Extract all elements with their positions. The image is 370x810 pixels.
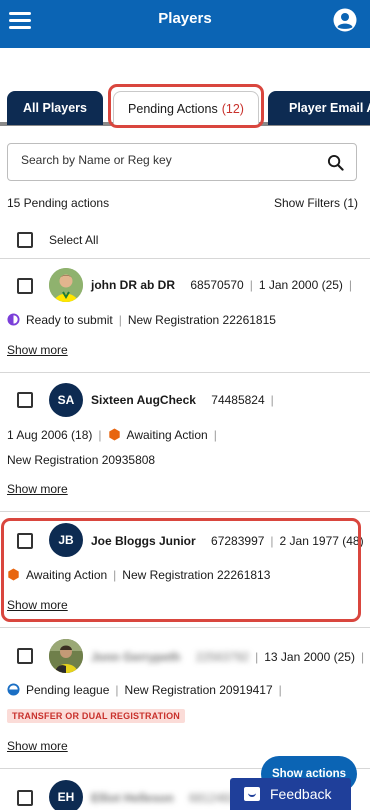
separator: | [270,393,274,407]
transfer-tag: TRANSFER OR DUAL REGISTRATION [7,709,185,723]
separator: | [213,428,217,442]
show-more-link[interactable]: Show more [7,482,68,496]
divider [0,627,370,628]
player-name[interactable]: Sixteen AugCheck [91,393,196,407]
separator: | [360,650,365,664]
select-all-label: Select All [49,233,99,247]
avatar: SA [49,383,83,417]
separator [181,278,184,292]
tab-player-email-address[interactable]: Player Email Add [268,91,370,125]
results-summary: 15 Pending actions Show Filters (1) [7,196,358,210]
show-more-link[interactable]: Show more [7,343,68,357]
awaiting-status-icon [108,428,120,441]
separator: | [255,650,259,664]
show-filters-link[interactable]: Show Filters (1) [274,196,358,210]
row-checkbox[interactable] [17,648,33,664]
divider [0,372,370,373]
feedback-icon [244,787,260,801]
reg-key: 74485824 [211,393,265,407]
row-checkbox[interactable] [17,392,33,408]
player-name[interactable]: john DR ab DR [91,278,175,292]
player-info-line: Sixteen AugCheck 74485824 | [91,393,280,407]
separator: | [278,683,282,697]
separator: | [118,313,122,327]
tab-label: All Players [23,101,87,115]
player-info-line: john DR ab DR 68570570 | 1 Jan 2000 (25) | [91,278,358,292]
card-highlight-outline [1,518,361,622]
feedback-label: Feedback [270,786,332,802]
status-text: Awaiting Action [126,428,208,442]
page-title: Players [158,10,212,27]
separator [180,791,183,805]
feedback-button[interactable]: Feedback [230,778,351,810]
avatar: EH [49,780,83,810]
account-icon[interactable] [333,8,357,32]
date-of-birth: 1 Jan 2000 (25) [258,278,343,292]
separator: | [249,278,253,292]
ready-status-icon [7,313,20,326]
status-text: Pending league [26,683,110,697]
player-info-line: Jonn Gerrypeth 22563792 | 13 Jan 2000 (25)… [91,650,370,664]
player-info-line: Elliot Helleson 68124826 [91,791,242,805]
status-line: 1 Aug 2006 (18) | Awaiting Action | [7,428,223,442]
separator: | [348,278,353,292]
reg-key: 22563792 [195,650,250,664]
player-photo [49,268,83,302]
player-photo-image [49,268,83,302]
divider [0,258,370,259]
show-more-link[interactable]: Show more [7,739,68,753]
pending-status-icon [7,683,20,696]
registration-text: New Registration 20919417 [124,683,273,697]
status-line: Ready to submit | New Registration 2226181… [7,313,276,327]
search-icon[interactable] [327,154,344,171]
top-app-bar: Players [0,0,370,48]
registration-line: New Registration 20935808 [7,453,155,467]
tab-label: Player Email Add [289,101,370,115]
separator: | [98,428,102,442]
tab-highlight-outline [108,84,264,128]
date-of-birth: 13 Jan 2000 (25) [264,650,355,664]
search-input[interactable] [21,153,311,167]
row-checkbox[interactable] [17,790,33,806]
tab-all-players[interactable]: All Players [7,91,103,125]
player-name[interactable]: Jonn Gerrypeth [91,650,180,664]
player-photo-image [49,639,83,673]
registration-text: New Registration 22261815 [127,313,276,327]
registration-text: New Registration 20935808 [7,453,156,467]
player-photo [49,639,83,673]
status-line: Pending league | New Registration 20919417… [7,683,288,697]
search-box [7,143,357,181]
row-checkbox[interactable] [17,278,33,294]
select-all-checkbox[interactable] [17,232,33,248]
date-of-birth: 1 Aug 2006 (18) [7,428,93,442]
separator [202,393,205,407]
reg-key: 68570570 [190,278,244,292]
status-text: Ready to submit [26,313,113,327]
pending-count: 15 Pending actions [7,196,110,210]
separator [186,650,189,664]
player-name[interactable]: Elliot Helleson [91,791,174,805]
divider [0,511,370,512]
separator: | [115,683,119,697]
